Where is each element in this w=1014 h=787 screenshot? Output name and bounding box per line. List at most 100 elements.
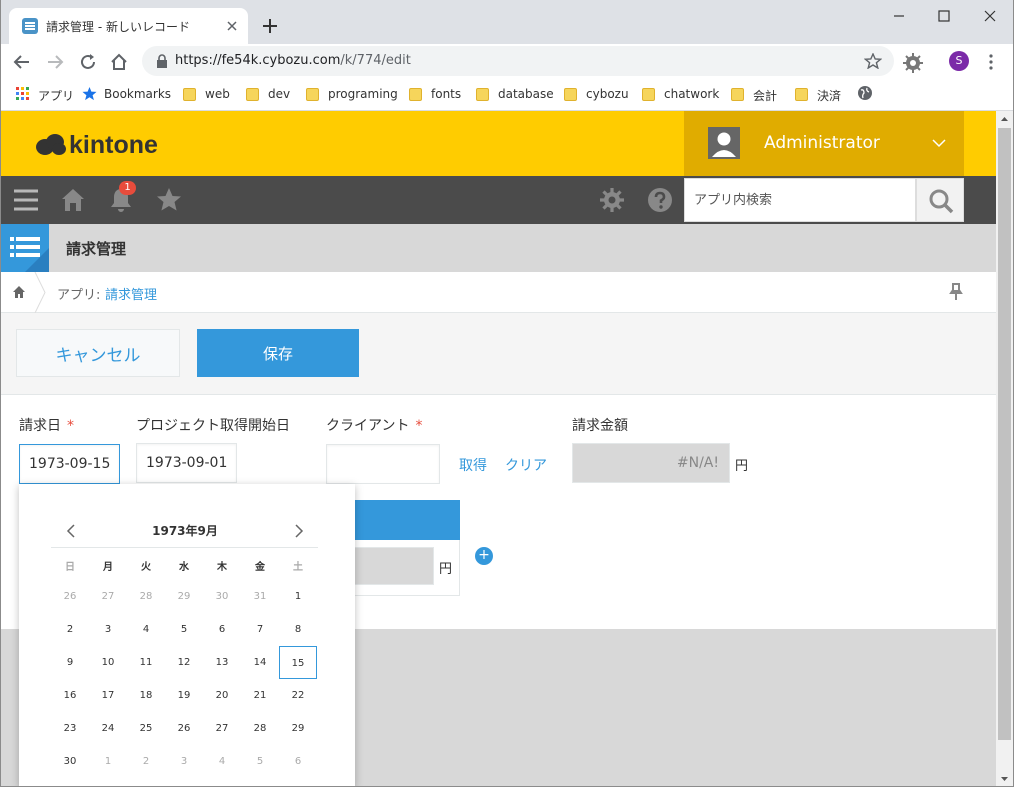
- new-tab-icon[interactable]: [261, 17, 279, 35]
- next-month-chevron-icon[interactable]: [291, 521, 307, 541]
- help-question-icon[interactable]: [646, 186, 674, 214]
- favorites-star-icon[interactable]: [155, 186, 183, 214]
- calendar-day[interactable]: 1: [89, 745, 127, 778]
- calendar-day[interactable]: 29: [279, 712, 317, 745]
- calendar-day[interactable]: 12: [165, 646, 203, 679]
- calendar-day[interactable]: 3: [165, 745, 203, 778]
- folder-icon: [795, 88, 808, 101]
- bookmark-folder-web[interactable]: web: [183, 86, 233, 102]
- calendar-day[interactable]: 11: [127, 646, 165, 679]
- calendar-day[interactable]: 3: [89, 613, 127, 646]
- minimize-icon[interactable]: [889, 8, 909, 24]
- calendar-day[interactable]: 18: [127, 679, 165, 712]
- bookmark-folder-dev[interactable]: dev: [246, 86, 296, 102]
- calendar-day[interactable]: 27: [89, 580, 127, 613]
- calendar-day[interactable]: 24: [89, 712, 127, 745]
- billing-date-input[interactable]: [19, 444, 120, 484]
- date-picker-month-title: 1973年9月: [152, 524, 218, 538]
- calendar-day[interactable]: 19: [165, 679, 203, 712]
- scrollbar-thumb[interactable]: [998, 128, 1011, 740]
- project-start-date-label: プロジェクト取得開始日: [136, 418, 290, 434]
- back-arrow-icon[interactable]: [12, 52, 32, 72]
- calendar-day[interactable]: 20: [203, 679, 241, 712]
- bookmark-bookmarks[interactable]: Bookmarks: [82, 86, 172, 102]
- add-row-button[interactable]: +: [475, 547, 493, 565]
- calendar-day[interactable]: 14: [241, 646, 279, 679]
- calendar-day[interactable]: 31: [241, 580, 279, 613]
- calendar-day[interactable]: 7: [241, 613, 279, 646]
- calendar-day[interactable]: 29: [165, 580, 203, 613]
- previous-month-chevron-icon[interactable]: [63, 521, 79, 541]
- reload-icon[interactable]: [78, 52, 98, 72]
- calendar-day[interactable]: 16: [51, 679, 89, 712]
- calendar-day[interactable]: 2: [127, 745, 165, 778]
- menu-kebab-icon[interactable]: [986, 54, 996, 70]
- calendar-day[interactable]: 5: [241, 745, 279, 778]
- maximize-icon[interactable]: [934, 8, 954, 24]
- app-search-input[interactable]: [685, 179, 915, 221]
- calendar-day[interactable]: 4: [203, 745, 241, 778]
- client-clear-link[interactable]: クリア: [505, 455, 547, 475]
- scroll-up-arrow-icon[interactable]: [996, 111, 1013, 128]
- calendar-day[interactable]: 9: [51, 646, 89, 679]
- calendar-day[interactable]: 13: [203, 646, 241, 679]
- calendar-day[interactable]: 2: [51, 613, 89, 646]
- calendar-day[interactable]: 27: [203, 712, 241, 745]
- settings-gear-icon[interactable]: [598, 186, 626, 214]
- calendar-day[interactable]: 21: [241, 679, 279, 712]
- calendar-day[interactable]: 17: [89, 679, 127, 712]
- user-menu[interactable]: Administrator: [684, 111, 964, 176]
- client-fetch-link[interactable]: 取得: [459, 455, 487, 475]
- calendar-day[interactable]: 28: [241, 712, 279, 745]
- calendar-day-selected[interactable]: 15: [279, 646, 317, 679]
- bookmark-folder-cybozu[interactable]: cybozu: [564, 86, 629, 102]
- calendar-day[interactable]: 22: [279, 679, 317, 712]
- bookmark-folder-accounting[interactable]: 会計: [731, 86, 781, 103]
- project-start-date-input[interactable]: [136, 443, 237, 483]
- calendar-day[interactable]: 30: [51, 745, 89, 778]
- folder-icon: [564, 88, 577, 101]
- calendar-day[interactable]: 28: [127, 580, 165, 613]
- client-lookup-input[interactable]: [326, 444, 440, 484]
- bookmark-folder-chatwork[interactable]: chatwork: [642, 86, 720, 102]
- home-icon[interactable]: [109, 52, 129, 72]
- bookmark-apps[interactable]: アプリ: [16, 86, 76, 103]
- close-tab-icon[interactable]: [224, 18, 240, 34]
- globe-icon[interactable]: [857, 85, 873, 101]
- search-button[interactable]: [916, 178, 964, 222]
- portal-home-icon[interactable]: [59, 186, 87, 214]
- address-bar[interactable]: https://fe54k.cybozu.com/k/774/edit: [142, 46, 894, 76]
- calendar-day[interactable]: 8: [279, 613, 317, 646]
- bookmark-folder-programing[interactable]: programing: [306, 86, 398, 102]
- calendar-day[interactable]: 26: [165, 712, 203, 745]
- close-window-icon[interactable]: [980, 8, 1000, 24]
- calendar-day[interactable]: 26: [51, 580, 89, 613]
- bookmark-folder-fonts[interactable]: fonts: [409, 86, 464, 102]
- page-scrollbar[interactable]: [996, 111, 1013, 787]
- calendar-day[interactable]: 30: [203, 580, 241, 613]
- weekday-header: 日: [65, 562, 75, 573]
- save-button[interactable]: 保存: [197, 329, 359, 377]
- breadcrumb-home-icon[interactable]: [11, 284, 27, 300]
- extension-gear-icon[interactable]: [902, 52, 924, 74]
- hamburger-menu-icon[interactable]: [12, 186, 40, 214]
- profile-avatar[interactable]: S: [949, 51, 969, 71]
- calendar-day[interactable]: 6: [203, 613, 241, 646]
- scroll-down-arrow-icon[interactable]: [996, 770, 1013, 787]
- calendar-day[interactable]: 1: [279, 580, 317, 613]
- billing-amount-label: 請求金額: [572, 418, 628, 434]
- browser-tab[interactable]: 請求管理 - 新しいレコード: [9, 8, 248, 44]
- calendar-day[interactable]: 25: [127, 712, 165, 745]
- calendar-day[interactable]: 4: [127, 613, 165, 646]
- cancel-button[interactable]: キャンセル: [16, 329, 180, 377]
- calendar-day[interactable]: 23: [51, 712, 89, 745]
- forward-arrow-icon[interactable]: [45, 52, 65, 72]
- bookmark-folder-database[interactable]: database: [476, 86, 554, 102]
- pin-icon[interactable]: [949, 282, 963, 302]
- bookmark-star-icon[interactable]: [864, 53, 882, 69]
- calendar-day[interactable]: 6: [279, 745, 317, 778]
- bookmark-folder-payment[interactable]: 決済: [795, 86, 845, 103]
- calendar-day[interactable]: 5: [165, 613, 203, 646]
- calendar-day[interactable]: 10: [89, 646, 127, 679]
- breadcrumb-app-link[interactable]: 請求管理: [105, 284, 157, 303]
